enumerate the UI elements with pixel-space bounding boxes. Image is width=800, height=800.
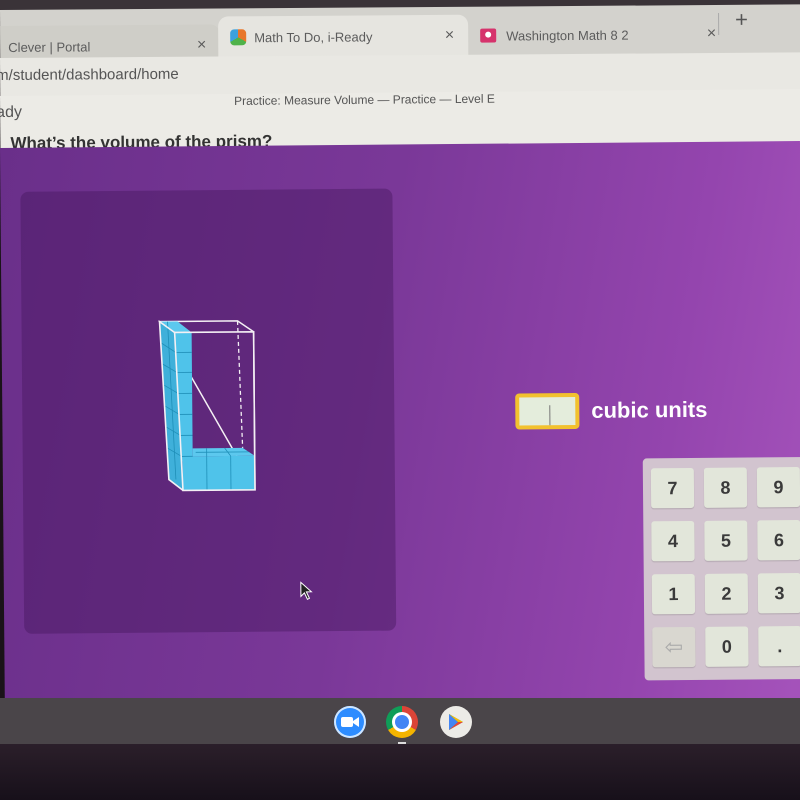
screen-bezel-bottom: [0, 744, 800, 800]
url-text[interactable]: m/student/dashboard/home: [0, 66, 179, 84]
text-caret: [549, 405, 551, 426]
key-9[interactable]: 9: [756, 467, 800, 508]
prism-figure: [158, 319, 256, 492]
tab-washington-math[interactable]: Washington Math 8 2 ×: [470, 13, 730, 57]
new-tab-button[interactable]: +: [735, 7, 748, 33]
prism-hidden-edge: [236, 320, 244, 448]
close-tab-icon[interactable]: ×: [445, 27, 454, 45]
iready-cube-icon: [230, 29, 247, 46]
close-tab-icon[interactable]: ×: [197, 37, 206, 55]
play-store-icon[interactable]: [440, 706, 472, 738]
chromeos-shelf: [0, 698, 800, 744]
unit-label: cubic units: [591, 396, 708, 423]
browser-tab-strip: Clever | Portal × Math To Do, i-Ready × …: [0, 4, 800, 68]
tab-title: Clever | Portal: [8, 38, 91, 55]
number-keypad: 7 8 9 4 5 6 1 2 3 ⇦ 0 .: [642, 456, 800, 681]
cube-row-front: [182, 455, 255, 491]
chrome-center-dot: [395, 715, 409, 729]
backspace-arrow-icon: ⇦: [664, 634, 684, 660]
key-7[interactable]: 7: [650, 467, 695, 509]
tab-separator: [718, 12, 720, 35]
zoom-icon[interactable]: [334, 706, 366, 738]
key-4[interactable]: 4: [651, 520, 695, 562]
key-0[interactable]: 0: [705, 626, 749, 667]
key-6[interactable]: 6: [757, 520, 800, 561]
google-classroom-icon: [480, 28, 497, 43]
play-triangle-icon: [449, 714, 463, 730]
key-5[interactable]: 5: [704, 520, 748, 561]
tab-title: Washington Math 8 2: [506, 27, 629, 43]
chrome-icon[interactable]: [386, 706, 418, 738]
mouse-pointer-icon: [300, 581, 313, 601]
key-decimal[interactable]: .: [758, 626, 800, 667]
key-2[interactable]: 2: [704, 573, 749, 614]
volume-answer-input[interactable]: [515, 392, 580, 430]
tab-title: Math To Do, i-Ready: [254, 28, 373, 45]
lesson-main-area: cubic units 7 8 9 4 5 6 1 2 3 ⇦ 0 .: [0, 141, 800, 708]
key-3[interactable]: 3: [757, 573, 800, 614]
close-tab-icon[interactable]: ×: [707, 25, 716, 43]
figure-panel: [20, 188, 397, 634]
video-camera-icon: [341, 717, 359, 727]
tab-iready[interactable]: Math To Do, i-Ready ×: [218, 14, 469, 59]
brand-logo-text: ady: [0, 103, 23, 122]
lesson-breadcrumb: Practice: Measure Volume — Practice — Le…: [233, 91, 495, 108]
answer-row: cubic units: [515, 392, 708, 430]
backspace-key[interactable]: ⇦: [652, 626, 696, 668]
key-8[interactable]: 8: [703, 467, 748, 508]
key-1[interactable]: 1: [651, 573, 696, 615]
